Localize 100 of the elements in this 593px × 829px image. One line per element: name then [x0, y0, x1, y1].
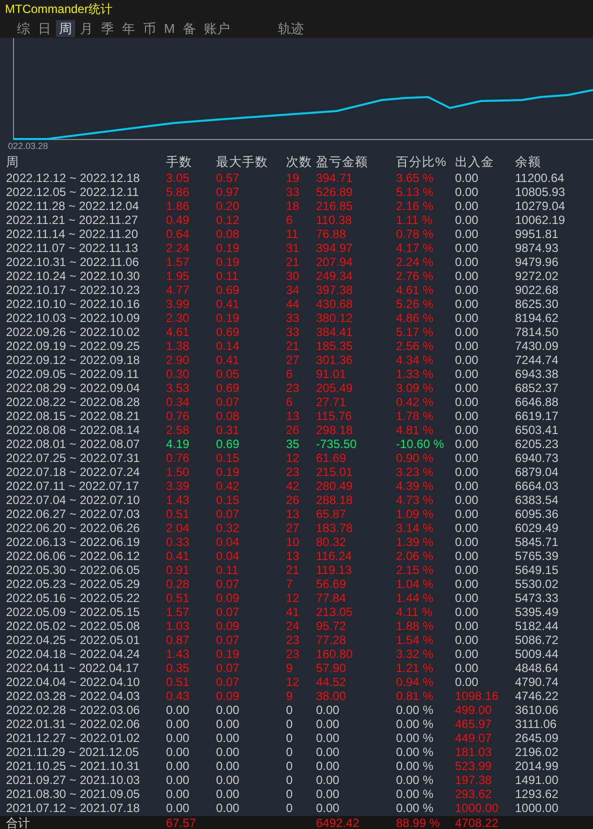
table-cell-text: 2.76 %	[396, 269, 434, 283]
table-cell-text: 7244.74	[515, 353, 560, 367]
table-cell-text: 2022.07.25 ~ 2022.07.31	[6, 451, 141, 465]
table-cell-text: 2.30	[166, 311, 190, 325]
table-cell-text: 6	[286, 395, 294, 409]
tab[interactable]: 账户	[200, 20, 233, 36]
table-cell-text: 0.09	[216, 689, 240, 703]
table-cell-text: 0.04	[216, 535, 240, 549]
table-cell-text: 6205.23	[515, 437, 560, 451]
table-cell-text: 2645.09	[515, 731, 560, 745]
table-cell-text: 2022.10.24 ~ 2022.10.30	[6, 269, 141, 283]
table-cell-text: 13	[286, 507, 300, 521]
table-cell-text: 0.15	[216, 451, 240, 465]
table-cell-text: 33	[286, 325, 300, 339]
table-cell-text: 6664.03	[515, 479, 560, 493]
table-cell-text: 0.00 %	[396, 801, 434, 815]
table-cell-text: 4708.22	[455, 816, 500, 829]
table-cell-text: 9	[286, 689, 294, 703]
table-cell-text: 0.42	[216, 479, 240, 493]
table-cell-text: 2022.07.04 ~ 2022.07.10	[6, 493, 141, 507]
tab[interactable]: 季	[98, 20, 117, 36]
table-cell-text: 77.84	[316, 591, 348, 605]
table-cell-text: 10279.04	[515, 199, 566, 213]
table-cell-text: 1000.00	[515, 801, 560, 815]
table-cell-text: 5182.44	[515, 619, 560, 633]
table-cell-text: 0.00	[216, 773, 240, 787]
table-cell-text: 0.69	[216, 437, 240, 451]
tab[interactable]: 综	[14, 20, 33, 36]
table-cell-text: 4.61	[166, 325, 190, 339]
table-cell-text: 12	[286, 591, 300, 605]
table-cell-text: 0.00	[166, 801, 190, 815]
table-cell-text: 499.00	[455, 703, 493, 717]
tab[interactable]: 轨迹	[274, 20, 307, 36]
table-cell-text: 1.95	[166, 269, 190, 283]
table-cell-text: 0.19	[216, 241, 240, 255]
table-cell-text: 2022.06.06 ~ 2022.06.12	[6, 549, 141, 563]
column-header: 百分比%	[396, 154, 448, 171]
table-cell-text: 4.81 %	[396, 423, 434, 437]
table-cell-text: 0.15	[216, 493, 240, 507]
table-cell-text: 2021.09.27 ~ 2021.10.03	[6, 773, 141, 787]
table-cell-text: 0.00	[216, 717, 240, 731]
tab[interactable]: 币	[140, 20, 159, 36]
table-cell-text: 6943.38	[515, 367, 560, 381]
tab[interactable]: 年	[119, 20, 138, 36]
table-cell-text: 21	[286, 339, 300, 353]
table-cell-text: 0.34	[166, 395, 190, 409]
table-cell-text: 2196.02	[515, 745, 560, 759]
table-cell-text: 0	[286, 801, 294, 815]
table-cell-text: 2022.03.28 ~ 2022.04.03	[6, 689, 141, 703]
table-cell-text: 4746.22	[515, 689, 560, 703]
table-cell-text: 4.73 %	[396, 493, 434, 507]
table-cell-text: 0.19	[216, 465, 240, 479]
table-cell-text: 0.07	[216, 577, 240, 591]
table-cell-text: 0.05	[216, 367, 240, 381]
table-cell-text: 394.71	[316, 171, 354, 185]
tab[interactable]: 备	[180, 20, 199, 36]
table-cell-text: 1293.62	[515, 787, 560, 801]
tab[interactable]: 周	[56, 20, 75, 36]
table-cell-text: 0.81 %	[396, 689, 434, 703]
tab[interactable]: 月	[77, 20, 96, 36]
table-cell-text: 30	[286, 269, 300, 283]
table-cell-text: 1.86	[166, 199, 190, 213]
table-cell-text: 5086.72	[515, 633, 560, 647]
table-cell-text: 5.17 %	[396, 325, 434, 339]
table-cell-text: 21	[286, 563, 300, 577]
table-cell-text: 0.00	[455, 605, 480, 619]
tab[interactable]: M	[161, 20, 178, 36]
table-cell-text: 0.00	[455, 409, 480, 423]
table-cell-text: 2021.10.25 ~ 2021.10.31	[6, 759, 141, 773]
table-cell-text: 0.00	[316, 787, 340, 801]
table-cell-text: 6029.49	[515, 521, 560, 535]
table-cell-text: 9022.68	[515, 283, 560, 297]
table-cell-text: 2022.06.20 ~ 2022.06.26	[6, 521, 141, 535]
table-cell-text: 0.00	[455, 507, 480, 521]
table-cell-text: 2022.05.23 ~ 2022.05.29	[6, 577, 141, 591]
table-cell-text: 67.57	[166, 816, 198, 829]
table-cell-text: 6619.17	[515, 409, 560, 423]
table-cell-text: 0.19	[216, 311, 240, 325]
table-cell-text: 280.49	[316, 479, 354, 493]
table-cell-text: 1.03	[166, 619, 190, 633]
table-cell-text: 0.00	[216, 745, 240, 759]
table-cell-text: 397.38	[316, 283, 354, 297]
table-cell-text: 5845.71	[515, 535, 560, 549]
table-cell-text: 5009.44	[515, 647, 560, 661]
table-cell-text: 0	[286, 731, 294, 745]
table-cell-text: 1.88 %	[396, 619, 434, 633]
table-cell-text: 2022.04.25 ~ 2022.05.01	[6, 633, 141, 647]
table-cell-text: 1000.00	[455, 801, 500, 815]
table-cell-text: 0.00	[455, 549, 480, 563]
column-header: 出入金	[455, 154, 495, 171]
table-cell-text: 80.32	[316, 535, 348, 549]
table-cell-text: 1491.00	[515, 773, 560, 787]
tab[interactable]: 日	[35, 20, 54, 36]
table-cell-text: 11200.64	[515, 171, 566, 185]
table-cell-text: 0.09	[216, 591, 240, 605]
table-cell-text: 2022.06.13 ~ 2022.06.19	[6, 535, 141, 549]
table-cell-text: 2022.06.27 ~ 2022.07.03	[6, 507, 141, 521]
table-cell-text: 3.14 %	[396, 521, 434, 535]
table-cell-text: 57.90	[316, 661, 348, 675]
table-cell-text: 4790.74	[515, 675, 560, 689]
